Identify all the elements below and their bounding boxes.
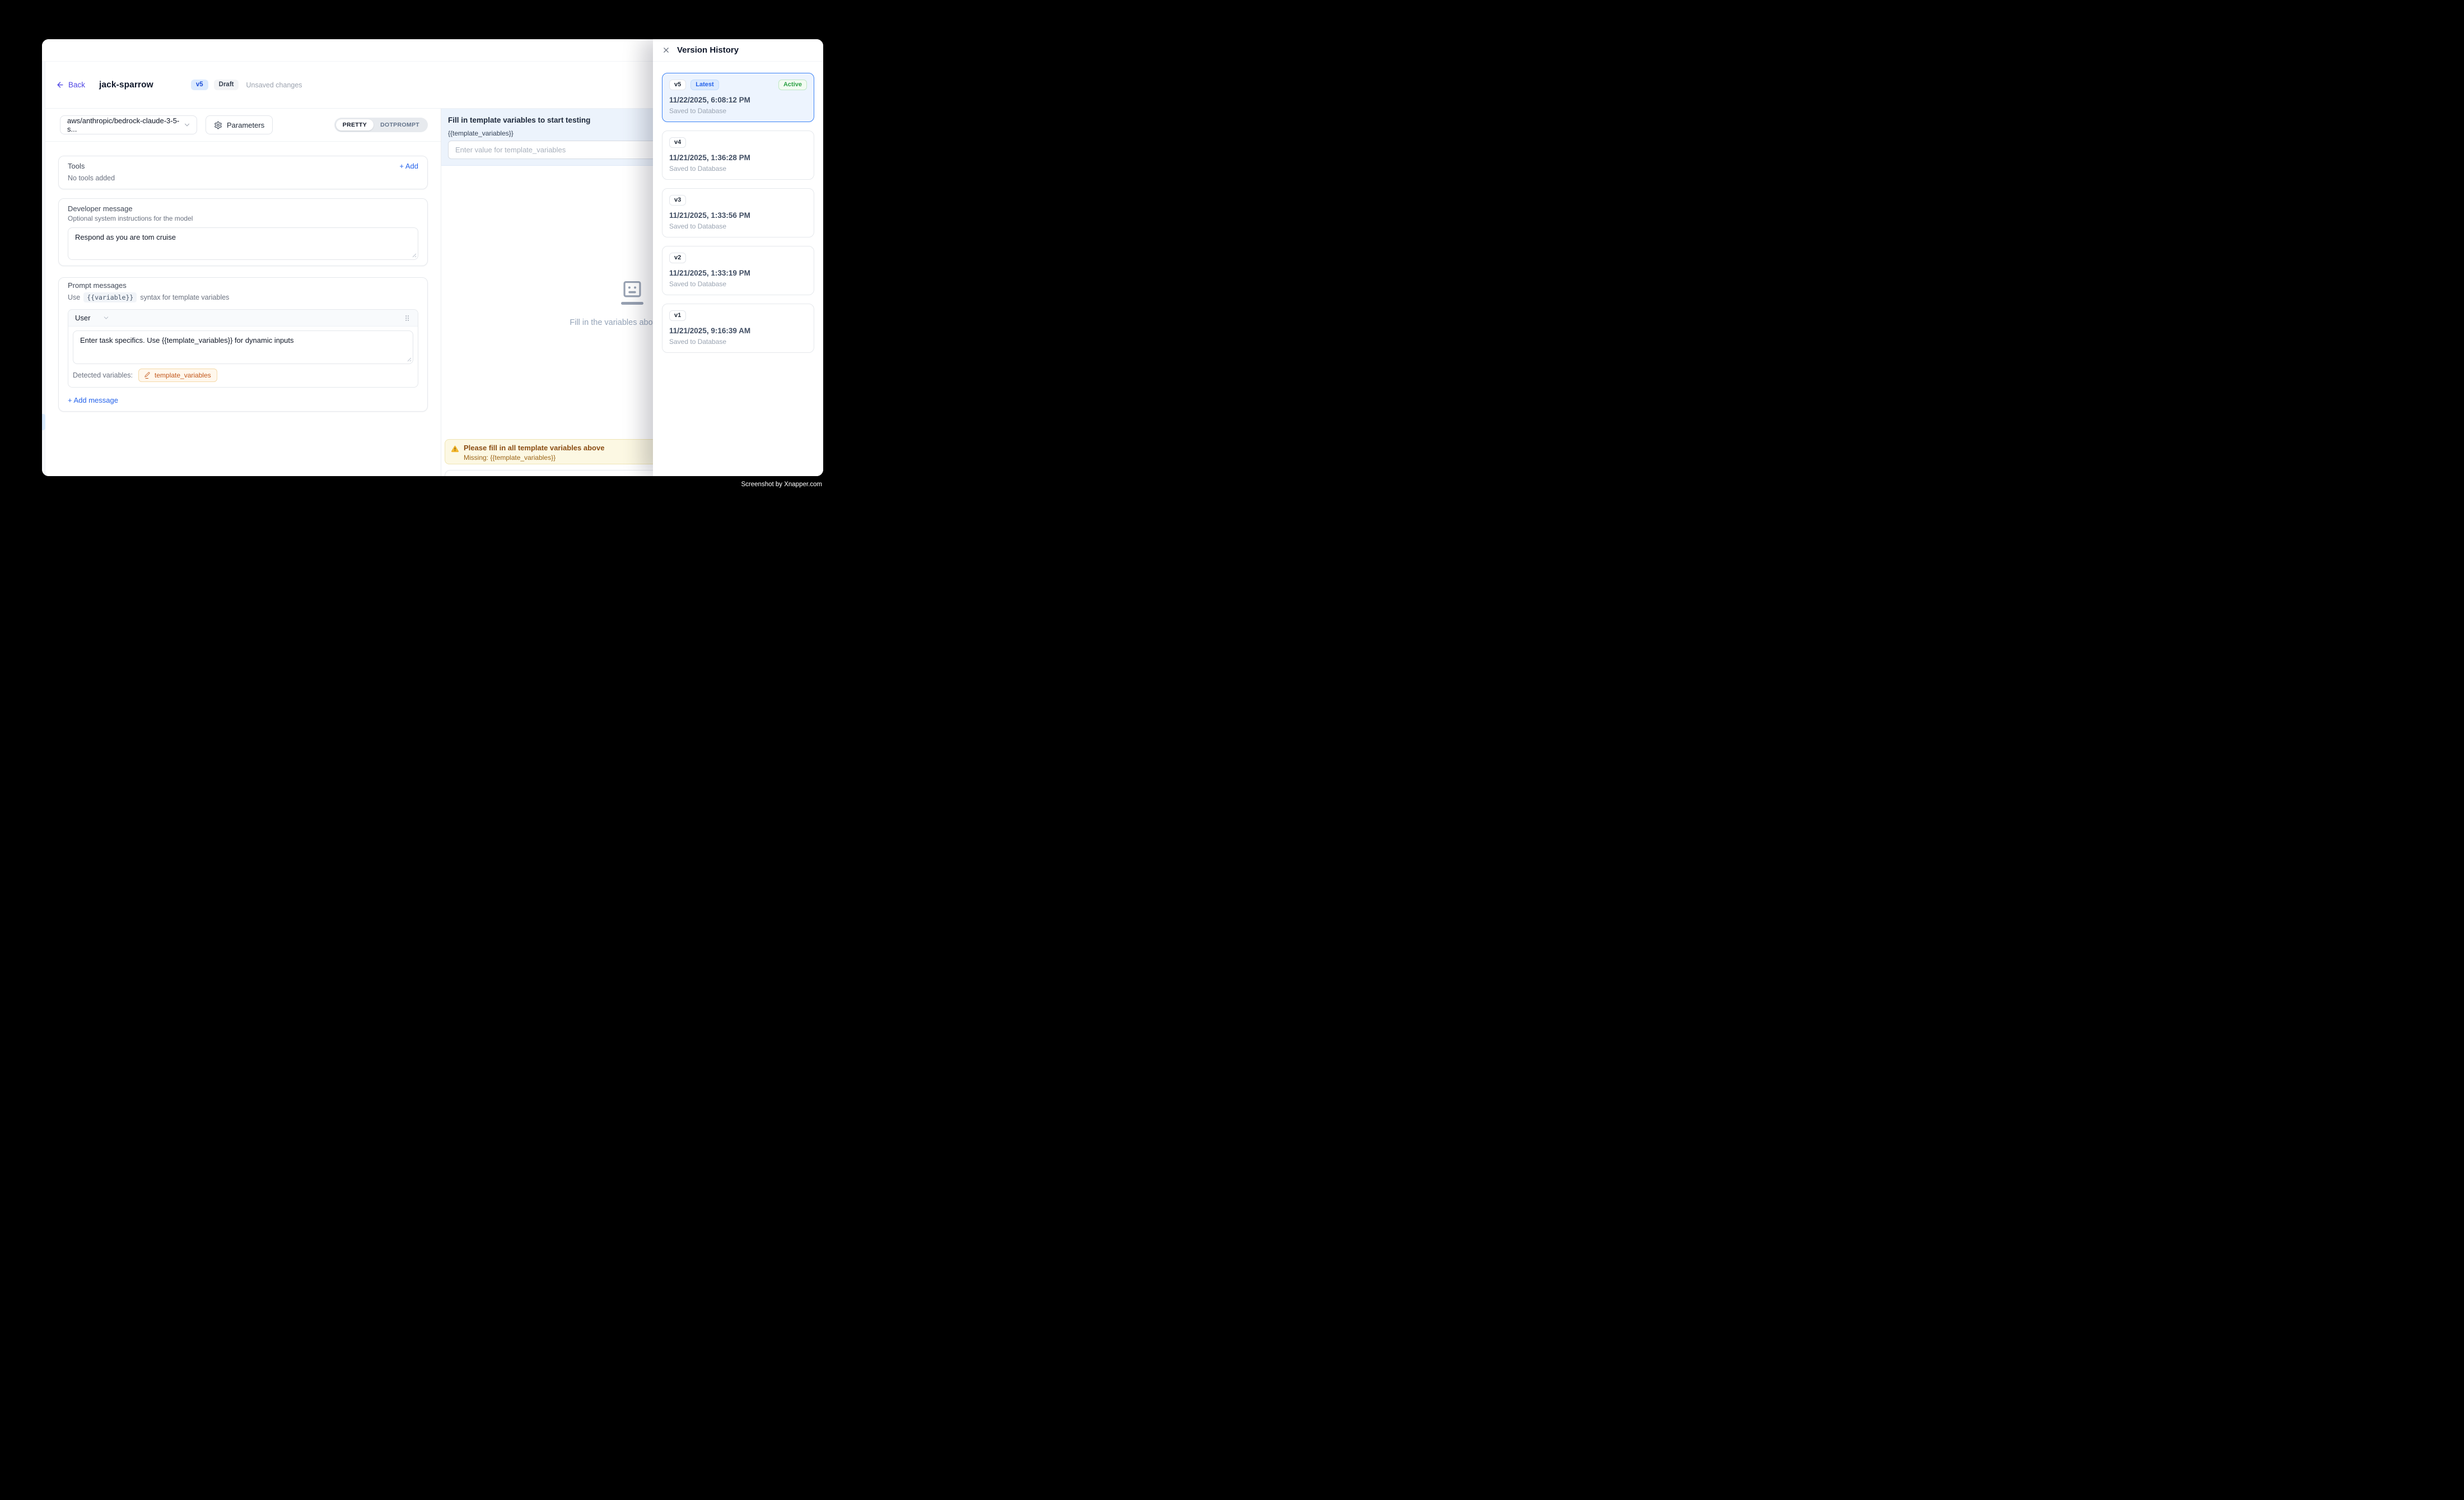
version-history-panel: Version History v5 Latest Active 11/22/2… bbox=[653, 39, 823, 476]
editor-scroll-area: Tools + Add No tools added Developer mes… bbox=[45, 142, 441, 426]
toggle-dotprompt[interactable]: DOTPROMPT bbox=[374, 119, 426, 131]
tools-title: Tools bbox=[68, 162, 85, 170]
version-history-header: Version History bbox=[653, 39, 823, 62]
role-value: User bbox=[75, 314, 90, 322]
chevron-down-icon bbox=[102, 314, 110, 322]
variable-syntax-chip: {{variable}} bbox=[83, 292, 137, 302]
pencil-icon bbox=[144, 372, 151, 379]
screenshot-stage: Back jack-sparrow v5 Draft Unsaved chang… bbox=[0, 0, 862, 525]
hint-prefix: Use bbox=[68, 294, 80, 301]
version-number-badge: v1 bbox=[669, 310, 686, 321]
version-number-badge: v3 bbox=[669, 195, 686, 206]
hint-suffix: syntax for template variables bbox=[140, 294, 229, 301]
version-card[interactable]: v5 Latest Active 11/22/2025, 6:08:12 PM … bbox=[662, 73, 814, 122]
warning-triangle-icon bbox=[451, 445, 459, 453]
bot-icon bbox=[622, 280, 643, 299]
active-badge: Active bbox=[778, 80, 807, 90]
version-status: Saved to Database bbox=[669, 165, 807, 173]
editor-pane: aws/anthropic/bedrock-claude-3-5-s... Pa… bbox=[45, 109, 441, 476]
message-block: User E bbox=[68, 309, 418, 388]
bot-icon-base bbox=[621, 302, 643, 305]
latest-badge: Latest bbox=[690, 80, 718, 90]
add-message-button[interactable]: + Add message bbox=[68, 396, 418, 404]
format-toggle: PRETTY DOTPROMPT bbox=[334, 118, 428, 133]
watermark: Screenshot by Xnapper.com bbox=[741, 481, 822, 488]
message-header: User bbox=[68, 310, 418, 327]
parameters-button[interactable]: Parameters bbox=[206, 115, 273, 134]
no-tools-text: No tools added bbox=[68, 174, 418, 182]
version-badge: v5 bbox=[191, 80, 208, 91]
role-select[interactable]: User bbox=[75, 314, 110, 322]
back-button[interactable]: Back bbox=[56, 81, 85, 89]
detected-variable-name: template_variables bbox=[155, 371, 211, 379]
model-select-value: aws/anthropic/bedrock-claude-3-5-s... bbox=[67, 117, 183, 133]
template-syntax-hint: Use {{variable}} syntax for template var… bbox=[68, 292, 418, 302]
developer-message-card: Developer message Optional system instru… bbox=[58, 198, 428, 266]
version-number-badge: v2 bbox=[669, 253, 686, 263]
prompt-messages-card: Prompt messages Use {{variable}} syntax … bbox=[58, 277, 428, 412]
version-date: 11/22/2025, 6:08:12 PM bbox=[669, 96, 807, 104]
version-date: 11/21/2025, 1:36:28 PM bbox=[669, 153, 807, 162]
page-title: jack-sparrow bbox=[99, 80, 153, 90]
detected-variable-chip[interactable]: template_variables bbox=[138, 369, 217, 382]
arrow-left-icon bbox=[56, 81, 64, 89]
developer-message-title: Developer message bbox=[68, 204, 418, 213]
gear-icon bbox=[214, 121, 222, 129]
version-card[interactable]: v3 11/21/2025, 1:33:56 PM Saved to Datab… bbox=[662, 188, 814, 237]
version-date: 11/21/2025, 1:33:19 PM bbox=[669, 269, 807, 277]
app-window: Back jack-sparrow v5 Draft Unsaved chang… bbox=[42, 39, 823, 476]
version-status: Saved to Database bbox=[669, 107, 807, 115]
tools-card: Tools + Add No tools added bbox=[58, 156, 428, 189]
version-status: Saved to Database bbox=[669, 222, 807, 230]
drag-handle-icon[interactable] bbox=[403, 314, 411, 322]
developer-message-input[interactable]: Respond as you are tom cruise bbox=[68, 227, 418, 260]
detected-variables-row: Detected variables: template_variables bbox=[68, 364, 418, 387]
prompt-messages-title: Prompt messages bbox=[68, 281, 418, 290]
parameters-label: Parameters bbox=[227, 121, 264, 129]
unsaved-changes-label: Unsaved changes bbox=[246, 81, 302, 89]
version-card[interactable]: v4 11/21/2025, 1:36:28 PM Saved to Datab… bbox=[662, 131, 814, 180]
version-card[interactable]: v1 11/21/2025, 9:16:39 AM Saved to Datab… bbox=[662, 304, 814, 353]
version-list: v5 Latest Active 11/22/2025, 6:08:12 PM … bbox=[653, 62, 823, 364]
editor-toolbar: aws/anthropic/bedrock-claude-3-5-s... Pa… bbox=[45, 109, 441, 142]
version-history-title: Version History bbox=[677, 45, 739, 55]
version-number-badge: v5 bbox=[669, 80, 686, 90]
close-icon[interactable] bbox=[662, 46, 670, 54]
version-status: Saved to Database bbox=[669, 338, 807, 346]
chevron-down-icon bbox=[183, 121, 191, 129]
prompt-message-input[interactable]: Enter task specifics. Use {{template_var… bbox=[73, 330, 413, 364]
back-label: Back bbox=[68, 81, 85, 89]
version-date: 11/21/2025, 9:16:39 AM bbox=[669, 327, 807, 335]
detected-variables-label: Detected variables: bbox=[73, 371, 133, 379]
add-tool-button[interactable]: + Add bbox=[399, 162, 418, 170]
version-status: Saved to Database bbox=[669, 280, 807, 288]
version-card[interactable]: v2 11/21/2025, 1:33:19 PM Saved to Datab… bbox=[662, 246, 814, 295]
version-number-badge: v4 bbox=[669, 137, 686, 148]
toggle-pretty[interactable]: PRETTY bbox=[336, 119, 374, 131]
developer-message-subtitle: Optional system instructions for the mod… bbox=[68, 215, 418, 222]
model-select[interactable]: aws/anthropic/bedrock-claude-3-5-s... bbox=[60, 115, 197, 134]
version-date: 11/21/2025, 1:33:56 PM bbox=[669, 211, 807, 220]
draft-badge: Draft bbox=[214, 80, 239, 91]
